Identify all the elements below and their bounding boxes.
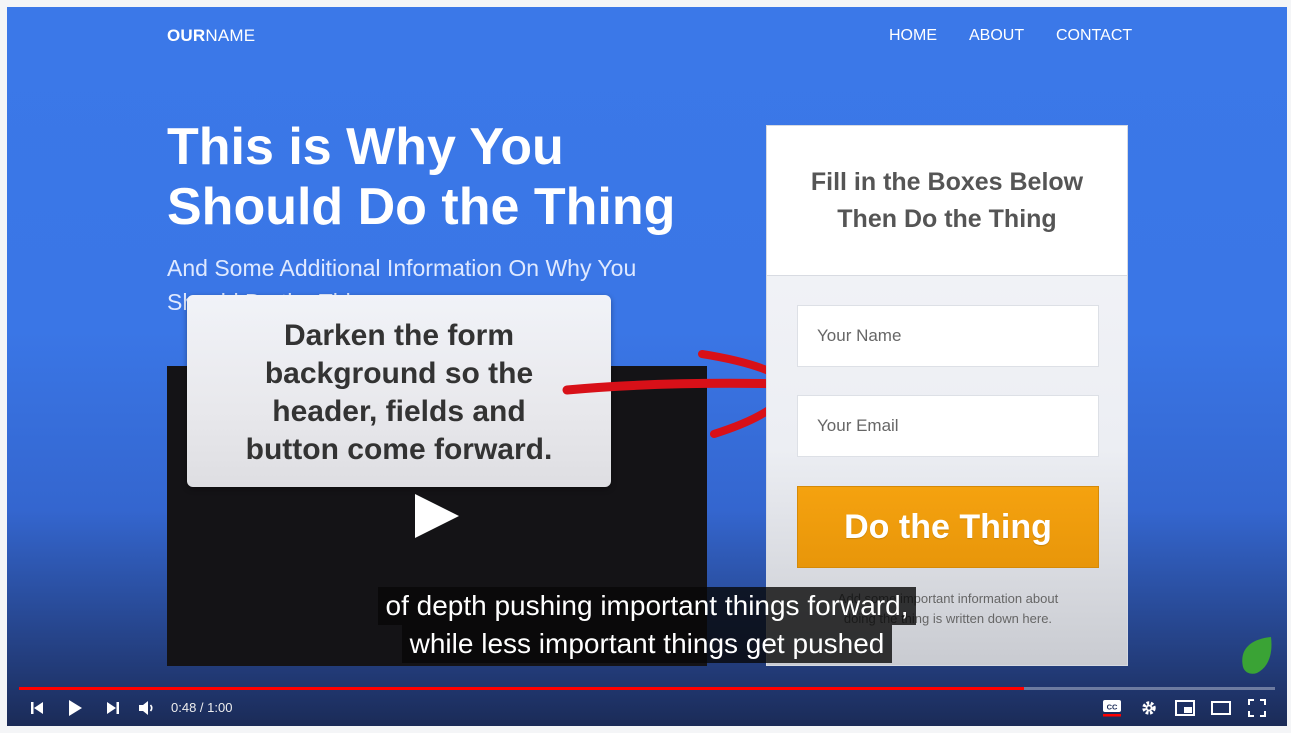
captions-icon[interactable]: CC: [1100, 693, 1124, 723]
name-field[interactable]: Your Name: [797, 305, 1099, 367]
email-field[interactable]: Your Email: [797, 395, 1099, 457]
hero-title-line1: This is Why You: [167, 118, 564, 176]
callout-line: Darken the form: [283, 319, 515, 352]
video-player[interactable]: OURNAME HOME ABOUT CONTACT This is Why Y…: [7, 7, 1287, 726]
brand-logo[interactable]: OURNAME: [167, 26, 255, 46]
subtitle-line2: while less important things get pushed: [401, 625, 893, 663]
hero-title-line2: Should Do the Thing: [167, 178, 676, 236]
play-icon[interactable]: [63, 693, 87, 723]
settings-icon[interactable]: [1137, 693, 1161, 723]
callout-line: background so the: [264, 357, 534, 390]
leaf-logo-icon[interactable]: [1237, 635, 1277, 677]
previous-icon[interactable]: [25, 693, 49, 723]
theater-icon[interactable]: [1209, 693, 1233, 723]
callout-line: button come forward.: [245, 433, 553, 466]
form-heading-line2: Then Do the Thing: [837, 204, 1057, 233]
volume-icon[interactable]: [135, 693, 159, 723]
next-icon[interactable]: [101, 693, 125, 723]
signup-form: Fill in the Boxes Below Then Do the Thin…: [766, 125, 1128, 666]
nav-contact[interactable]: CONTACT: [1056, 27, 1132, 45]
form-heading: Fill in the Boxes Below Then Do the Thin…: [767, 126, 1127, 276]
time-display: 0:48 / 1:00: [171, 700, 233, 715]
subtitles: of depth pushing important things forwar…: [7, 587, 1287, 663]
progress-played[interactable]: [19, 687, 1024, 690]
nav-home[interactable]: HOME: [889, 27, 937, 45]
miniplayer-icon[interactable]: [1173, 693, 1197, 723]
nav-about[interactable]: ABOUT: [969, 27, 1024, 45]
callout-line: header, fields and: [272, 395, 526, 428]
svg-text:CC: CC: [1107, 703, 1118, 712]
annotation-callout: Darken the form background so the header…: [187, 295, 611, 487]
fullscreen-icon[interactable]: [1245, 693, 1269, 723]
player-controls: 0:48 / 1:00 CC: [7, 693, 1287, 723]
brand-regular: NAME: [205, 26, 256, 45]
form-heading-line1: Fill in the Boxes Below: [810, 167, 1084, 196]
hero-title: This is Why You Should Do the Thing: [167, 117, 727, 237]
brand-bold: OUR: [167, 26, 206, 45]
video-play-icon[interactable]: [415, 494, 459, 538]
subtitle-line1: of depth pushing important things forwar…: [377, 587, 917, 625]
do-the-thing-button[interactable]: Do the Thing: [797, 486, 1099, 568]
hero-subtitle-line1: And Some Additional Information On Why Y…: [167, 255, 637, 281]
